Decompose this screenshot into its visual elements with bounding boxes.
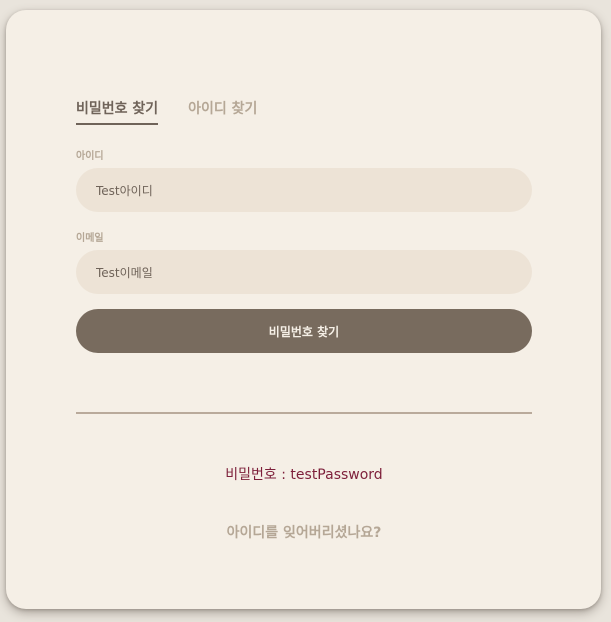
forgot-id-link[interactable]: 아이디를 잊어버리셨나요?: [76, 522, 532, 542]
find-password-button[interactable]: 비밀번호 찾기: [76, 309, 532, 353]
find-password-card: 비밀번호 찾기 아이디 찾기 아이디 이메일 비밀번호 찾기 비밀번호 : te…: [6, 10, 601, 609]
email-label: 이메일: [76, 233, 104, 244]
tab-find-password[interactable]: 비밀번호 찾기: [76, 98, 159, 125]
email-input[interactable]: [76, 250, 532, 294]
id-label: 아이디: [76, 151, 104, 162]
tab-find-id[interactable]: 아이디 찾기: [188, 98, 257, 125]
divider: [76, 412, 532, 414]
tab-bar: 비밀번호 찾기 아이디 찾기: [76, 98, 257, 125]
id-input[interactable]: [76, 168, 532, 212]
password-result-text: 비밀번호 : testPassword: [225, 467, 383, 483]
